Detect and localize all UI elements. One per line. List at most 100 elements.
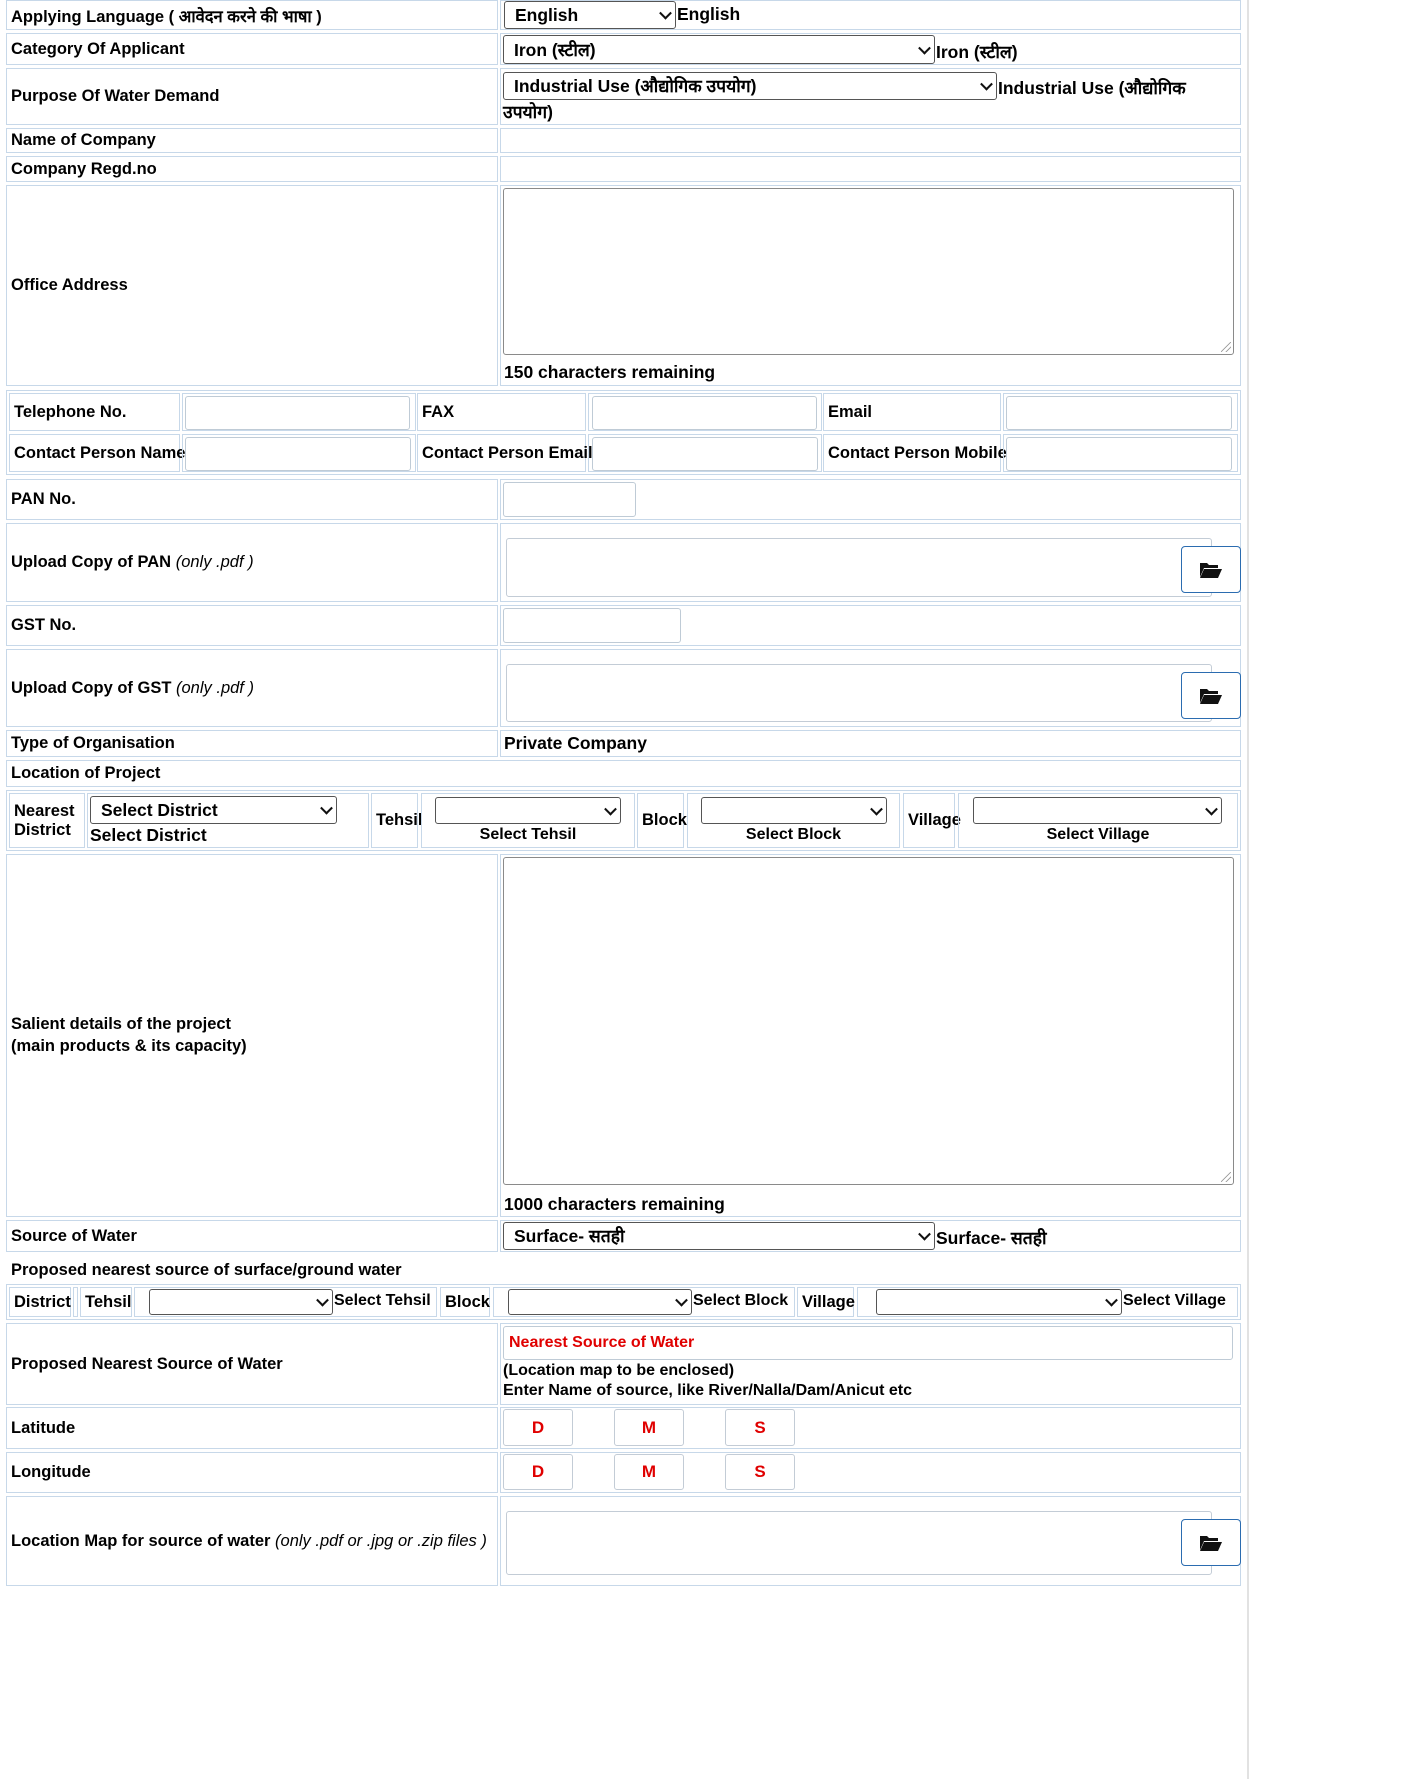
applying-language-echo: English [677, 4, 741, 24]
category-label: Category Of Applicant [6, 33, 498, 65]
company-regd-input[interactable] [500, 156, 1241, 182]
pan-upload-label: Upload Copy of PAN (only .pdf ) [6, 523, 498, 602]
company-name-label: Name of Company [6, 128, 498, 153]
latitude-minutes-input[interactable]: M [614, 1409, 684, 1446]
nearest-source-note-2: Enter Name of source, like River/Nalla/D… [503, 1382, 913, 1399]
chevron-down-icon [604, 802, 617, 816]
proposed-tehsil-label: Tehsil [80, 1287, 132, 1317]
applying-language-selected: English [515, 4, 579, 25]
location-map-browse-button[interactable] [1181, 1519, 1241, 1566]
proposed-village-label: Village [797, 1287, 855, 1317]
tehsil-select[interactable] [435, 797, 621, 824]
folder-open-icon [1200, 562, 1222, 578]
latitude-seconds-input[interactable]: S [725, 1409, 795, 1446]
page-edge-divider [1247, 0, 1249, 1779]
email-input[interactable] [1006, 396, 1232, 430]
gst-browse-button[interactable] [1181, 672, 1241, 719]
proposed-village-echo: Select Village [1123, 1292, 1226, 1309]
contact-person-name-label: Contact Person Name [9, 434, 185, 472]
chevron-down-icon [659, 6, 672, 20]
fax-input[interactable] [592, 396, 817, 430]
purpose-echo-line2: उपयोग) [503, 102, 553, 122]
gst-input[interactable] [503, 608, 681, 643]
pan-upload-hint: (only .pdf ) [175, 553, 254, 571]
purpose-label: Purpose Of Water Demand [6, 68, 498, 125]
contact-person-mobile-input[interactable] [1006, 437, 1232, 471]
salient-textarea[interactable] [503, 857, 1234, 1185]
application-form: Applying Language ( आवेदन करने की भाषा )… [0, 0, 1419, 1779]
company-name-input[interactable] [500, 128, 1241, 153]
source-echo: Surface- सतही [936, 1228, 1047, 1248]
proposed-block-label: Block [440, 1287, 490, 1317]
location-map-file-input[interactable] [506, 1511, 1212, 1575]
village-select[interactable] [973, 797, 1222, 824]
gst-upload-label: Upload Copy of GST (only .pdf ) [6, 649, 498, 727]
chevron-down-icon [918, 41, 931, 55]
organisation-value: Private Company [500, 730, 1241, 757]
longitude-seconds-input[interactable]: S [725, 1454, 795, 1490]
proposed-block-select[interactable] [508, 1289, 692, 1315]
tehsil-echo: Select Tehsil [479, 826, 577, 843]
pan-file-input[interactable] [506, 538, 1212, 597]
nearest-district-label: Nearest District [9, 793, 85, 848]
pan-label: PAN No. [6, 479, 498, 520]
pan-upload-label-text: Upload Copy of PAN [11, 553, 172, 571]
tehsil-label: Tehsil [371, 793, 422, 848]
gst-file-input[interactable] [506, 664, 1212, 722]
latitude-label: Latitude [6, 1407, 498, 1449]
proposed-block-echo: Select Block [693, 1292, 789, 1309]
proposed-tehsil-select[interactable] [149, 1289, 333, 1315]
category-echo: Iron (स्टील) [936, 42, 1018, 62]
proposed-village-select[interactable] [876, 1289, 1122, 1315]
folder-open-icon [1200, 688, 1222, 704]
source-select[interactable]: Surface- सतही [503, 1222, 935, 1250]
office-address-remaining: 150 characters remaining [504, 362, 716, 382]
block-select[interactable] [701, 797, 887, 824]
company-regd-label: Company Regd.no [6, 156, 498, 182]
salient-label-2: (main products & its capacity) [11, 1037, 247, 1055]
pan-input[interactable] [503, 482, 636, 517]
nearest-source-input[interactable]: Nearest Source of Water [503, 1326, 1233, 1360]
longitude-degrees-input[interactable]: D [503, 1454, 573, 1490]
purpose-selected: Industrial Use (औद्योगिक उपयोग) [514, 76, 757, 96]
chevron-down-icon [1205, 802, 1218, 816]
category-select[interactable]: Iron (स्टील) [503, 35, 935, 64]
contact-person-mobile-label: Contact Person Mobile [823, 434, 1007, 472]
resize-grip-icon[interactable] [1221, 1172, 1231, 1182]
nearest-district-label-2: District [14, 820, 71, 839]
contact-person-name-input[interactable] [185, 437, 411, 471]
telephone-input[interactable] [185, 396, 410, 430]
chevron-down-icon [675, 1293, 688, 1307]
proposed-area-heading: Proposed nearest source of surface/groun… [11, 1260, 402, 1279]
gst-upload-label-text: Upload Copy of GST [11, 678, 172, 697]
district-select[interactable]: Select District [90, 796, 337, 824]
district-echo: Select District [90, 825, 207, 845]
office-address-textarea[interactable] [503, 188, 1234, 355]
resize-grip-icon[interactable] [1221, 342, 1231, 352]
purpose-echo-line1: Industrial Use (औद्योगिक [998, 78, 1186, 98]
chevron-down-icon [320, 801, 333, 815]
longitude-label: Longitude [6, 1452, 498, 1493]
salient-label: Salient details of the project (main pro… [6, 854, 498, 1217]
district-selected: Select District [101, 799, 218, 820]
salient-label-1: Salient details of the project [11, 1015, 232, 1033]
proposed-district-label: District [9, 1287, 71, 1317]
salient-remaining: 1000 characters remaining [504, 1194, 725, 1214]
block-echo: Select Block [745, 826, 842, 843]
applying-language-select[interactable]: English [504, 1, 676, 29]
nearest-source-note-1: (Location map to be enclosed) [503, 1362, 735, 1379]
telephone-label: Telephone No. [9, 393, 180, 431]
location-heading: Location of Project [6, 760, 1241, 787]
nearest-source-label: Proposed Nearest Source of Water [6, 1323, 498, 1405]
location-map-hint: (only .pdf or .jpg or .zip files ) [275, 1531, 487, 1550]
folder-open-icon [1200, 1535, 1222, 1551]
proposed-tehsil-echo: Select Tehsil [334, 1292, 431, 1309]
contact-person-email-input[interactable] [592, 437, 818, 471]
source-label: Source of Water [6, 1220, 498, 1252]
latitude-degrees-input[interactable]: D [503, 1409, 573, 1446]
purpose-select[interactable]: Industrial Use (औद्योगिक उपयोग) [503, 72, 997, 100]
longitude-minutes-input[interactable]: M [614, 1454, 684, 1490]
pan-browse-button[interactable] [1181, 546, 1241, 593]
block-label: Block [637, 793, 687, 848]
applying-language-label: Applying Language ( आवेदन करने की भाषा ) [6, 0, 498, 30]
